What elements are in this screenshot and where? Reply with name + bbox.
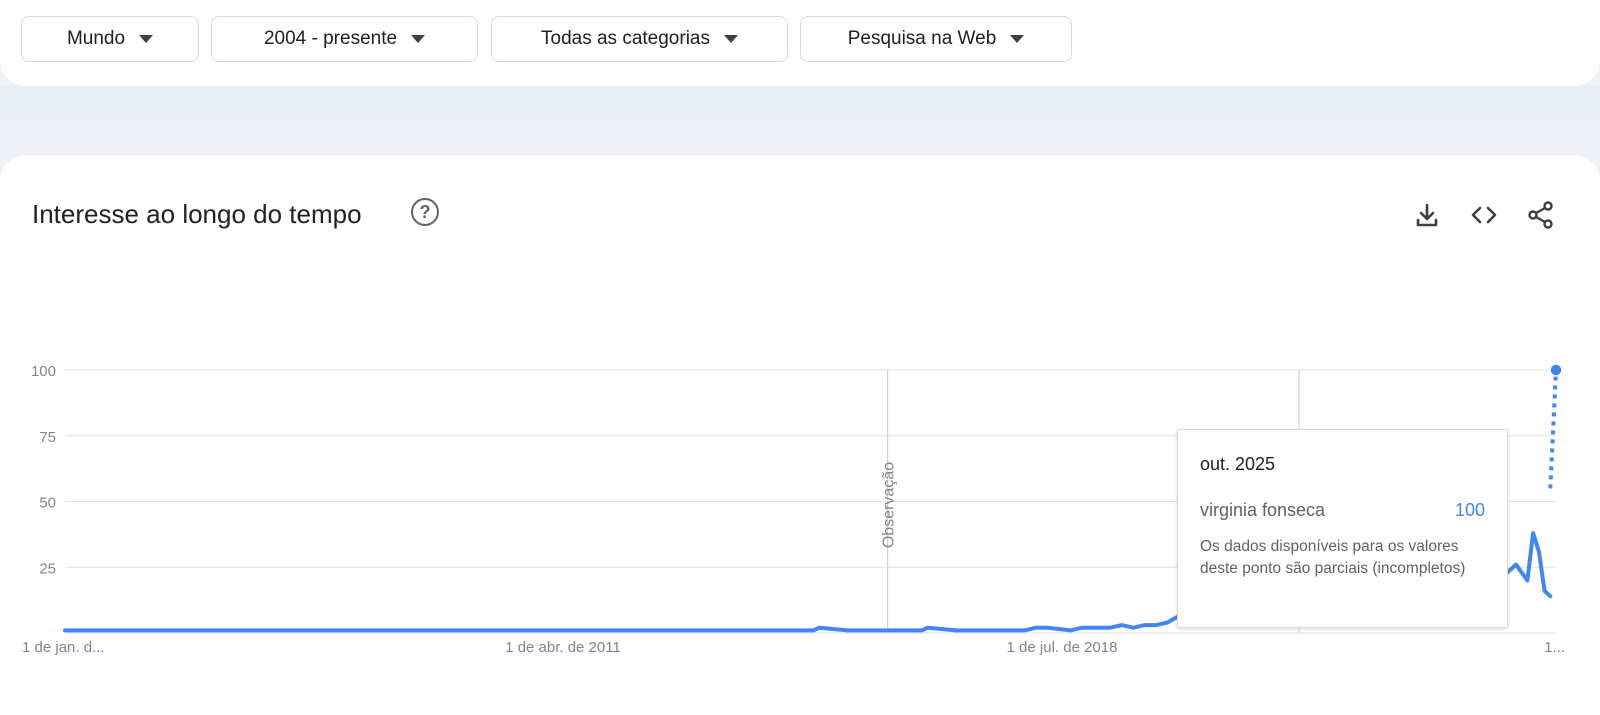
tooltip-note: Os dados disponíveis para os valores des…: [1200, 538, 1466, 577]
partial-data-point: [1549, 363, 1563, 377]
tooltip-value: 100: [1454, 500, 1485, 520]
y-tick-label: 100: [31, 363, 56, 380]
tooltip-date: out. 2025: [1200, 454, 1276, 474]
annotation-label: Observação: [881, 462, 898, 548]
y-tick-label: 25: [39, 560, 56, 577]
y-tick-label: 50: [39, 495, 56, 512]
x-tick-label: 1 de abr. de 2011: [505, 639, 621, 656]
partial-data-line: [1548, 369, 1558, 489]
chart-tooltip: out. 2025 virginia fonseca 100 Os dados …: [1177, 429, 1508, 628]
x-tick-label: 1 de jul. de 2018: [1007, 639, 1118, 656]
x-tick-label: 1...: [1544, 639, 1565, 656]
tooltip-term: virginia fonseca: [1200, 500, 1326, 520]
y-tick-label: 75: [39, 429, 56, 446]
x-tick-label: 1 de jan. d...: [22, 639, 105, 656]
